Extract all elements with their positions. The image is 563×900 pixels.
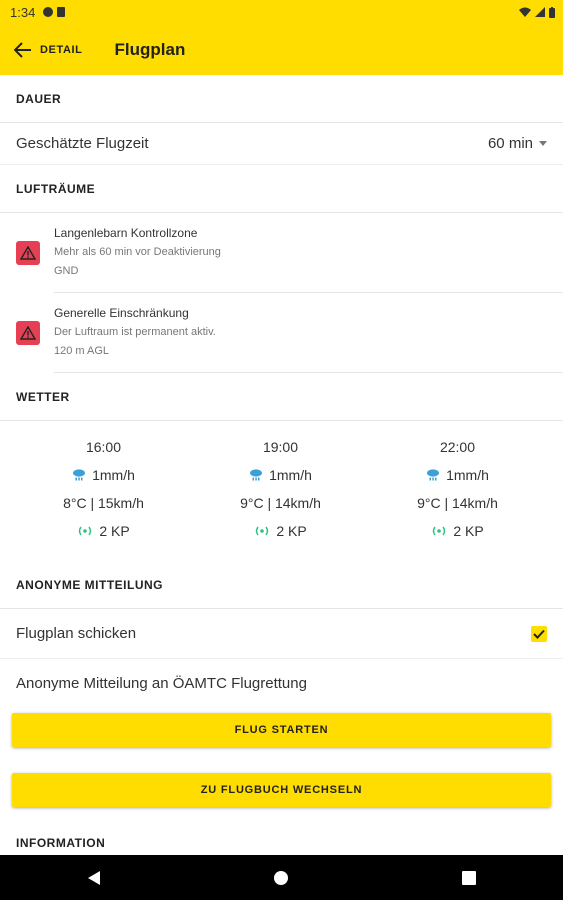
airspace-title: Langenlebarn Kontrollzone [54,226,198,240]
weather-time: 22:00 [439,439,476,455]
section-weather-header: WETTER [0,373,563,421]
anon-message-row[interactable]: Anonyme Mitteilung an ÖAMTC Flugrettung [0,659,563,707]
switch-logbook-button[interactable]: ZU FLUGBUCH WECHSELN [12,773,551,807]
send-flightplan-row[interactable]: Flugplan schicken [0,609,563,659]
weather-temp-wind: 8°C | 15km/h [63,495,144,511]
warning-icon [16,241,40,265]
duration-value: 60 min [487,135,533,152]
status-time: 1:34 [10,4,36,20]
weather-temp-wind: 9°C | 14km/h [240,495,321,511]
send-flightplan-label: Flugplan schicken [16,625,137,642]
weather-kp: 2 KP [99,523,130,539]
duration-label: Geschätzte Flugzeit [16,135,149,152]
nav-recents-icon [462,870,477,885]
anon-message-label: Anonyme Mitteilung an ÖAMTC Flugrettung [16,674,307,692]
nav-home-icon [274,870,289,885]
airspace-detail: Mehr als 60 min vor Deaktivierung [54,246,221,258]
nav-back-button[interactable] [34,855,154,900]
weather-time: 16:00 [85,439,122,455]
system-nav-bar [0,855,563,900]
kp-index-icon [433,526,446,536]
weather-slot: 22:00 1mm/h 9°C | 14km/h 2 KP [369,433,546,561]
wifi-icon [519,7,531,17]
notification-icon [43,7,54,17]
weather-rain: 1mm/h [92,467,135,483]
weather-kp: 2 KP [276,523,307,539]
rain-icon [250,469,263,481]
weather-slot: 16:00 1mm/h 8°C | 15km/h 2 KP [15,433,192,561]
section-duration-header: DAUER [0,75,563,123]
kp-index-icon [79,526,92,536]
arrow-back-icon [14,41,31,58]
nav-back-icon [87,870,100,885]
back-label: DETAIL [40,43,83,56]
nav-recents-button[interactable] [409,855,529,900]
content-scroll[interactable]: DAUER Geschätzte Flugzeit 60 min LUFTRÄU… [0,75,563,855]
weather-kp: 2 KP [453,523,484,539]
airspace-altitude: GND [54,265,79,277]
sd-card-icon [57,7,66,17]
dropdown-caret-icon [539,141,547,146]
section-information-header: INFORMATION [0,819,563,855]
weather-temp-wind: 9°C | 14km/h [417,495,498,511]
signal-icon [535,7,545,17]
send-flightplan-checkbox[interactable] [531,625,547,642]
section-anon-header: ANONYME MITTEILUNG [0,561,563,609]
weather-slot: 19:00 1mm/h 9°C | 14km/h 2 KP [192,433,369,561]
airspace-item[interactable]: Generelle Einschränkung Der Luftraum ist… [0,293,563,373]
weather-rain: 1mm/h [446,467,489,483]
airspace-altitude: 120 m AGL [54,345,110,357]
airspace-item[interactable]: Langenlebarn Kontrollzone Mehr als 60 mi… [0,213,563,293]
airspace-title: Generelle Einschränkung [54,306,189,320]
weather-forecast: 16:00 1mm/h 8°C | 15km/h 2 KP 19:00 1mm/… [0,421,563,561]
nav-home-button[interactable] [221,855,341,900]
battery-icon [549,6,555,18]
airspace-detail: Der Luftraum ist permanent aktiv. [54,326,216,338]
weather-time: 19:00 [262,439,299,455]
section-airspaces-header: LUFTRÄUME [0,165,563,213]
duration-dropdown[interactable]: 60 min [488,135,547,152]
check-icon [533,629,545,639]
page-title: Flugplan [114,39,186,59]
kp-index-icon [256,526,269,536]
status-bar: 1:34 [0,0,563,24]
duration-row[interactable]: Geschätzte Flugzeit 60 min [0,123,563,165]
back-button[interactable]: DETAIL [14,41,83,58]
rain-icon [427,469,440,481]
rain-icon [73,469,86,481]
weather-rain: 1mm/h [269,467,312,483]
start-flight-button[interactable]: FLUG STARTEN [12,713,551,747]
app-bar: DETAIL Flugplan [0,24,563,75]
warning-icon [16,321,40,345]
